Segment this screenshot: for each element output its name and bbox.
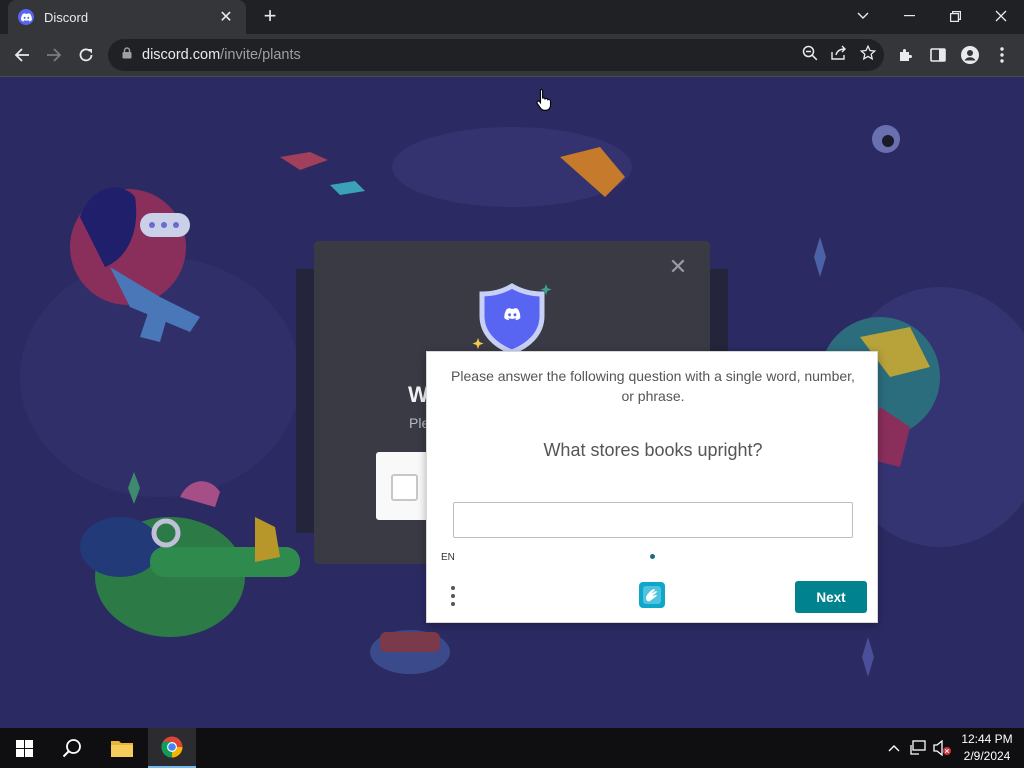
language-selector[interactable]: EN [441,552,455,563]
lock-icon[interactable] [122,46,132,64]
browser-menu-icon[interactable] [990,43,1014,67]
tab-strip: Discord ✕ + [0,0,1024,34]
zoom-icon[interactable] [802,45,818,66]
back-button[interactable] [8,41,36,69]
tab-title: Discord [44,9,89,25]
captcha-question: What stores books upright? [543,440,763,460]
close-window-button[interactable] [978,0,1024,32]
search-button[interactable] [48,728,96,768]
human-checkbox[interactable] [391,474,418,501]
captcha-menu-icon[interactable] [445,582,461,610]
folder-icon [111,741,133,757]
chrome-taskbar-button[interactable] [148,728,196,768]
clock-date: 2/9/2024 [963,749,1011,763]
progress-dot [650,554,655,559]
bookmark-star-icon[interactable] [859,44,877,66]
hand-cursor-icon [536,88,552,111]
address-bar[interactable]: discord.com/invite/plants [108,39,884,71]
restore-button[interactable] [932,0,978,32]
hcaptcha-logo-icon [639,582,665,608]
volume-muted-icon[interactable] [930,728,954,768]
windows-taskbar: 12:44 PM 2/9/2024 [0,728,1024,768]
new-tab-button[interactable]: + [258,5,282,29]
discord-icon [18,9,34,25]
share-icon[interactable] [830,45,848,66]
start-button[interactable] [0,728,48,768]
windows-icon [15,739,33,757]
extensions-icon[interactable] [894,43,918,67]
taskbar-clock[interactable]: 12:44 PM 2/9/2024 [956,731,1018,765]
captcha-instruction: Please answer the following question wit… [451,368,855,404]
browser-tab[interactable]: Discord ✕ [8,0,246,34]
discord-shield-icon [472,283,552,355]
browser-toolbar: discord.com/invite/plants [0,34,1024,77]
search-icon [62,739,81,758]
reload-button[interactable] [72,41,100,69]
next-button[interactable]: Next [795,581,867,613]
side-panel-icon[interactable] [926,43,950,67]
clock-time: 12:44 PM [961,732,1013,746]
url-path: /invite/plants [220,47,301,63]
network-icon[interactable] [906,728,930,768]
url-host: discord.com [142,47,221,63]
tab-close-icon[interactable]: ✕ [216,7,236,27]
minimize-button[interactable] [886,0,932,32]
modal-close-icon[interactable]: ✕ [668,256,688,278]
show-hidden-icons[interactable] [884,728,904,768]
file-explorer-button[interactable] [98,728,146,768]
tab-search-icon[interactable] [840,0,886,32]
captcha-answer-input[interactable] [453,502,853,538]
profile-icon[interactable] [958,43,982,67]
forward-button[interactable] [40,41,68,69]
captcha-dialog: Please answer the following question wit… [426,351,878,623]
chrome-icon [161,736,183,758]
